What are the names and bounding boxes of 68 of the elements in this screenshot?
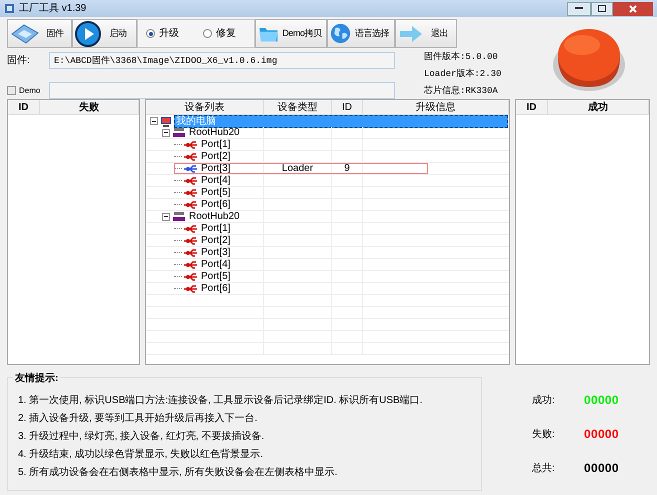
tip-text: 5. 所有成功设备会在右侧表格中显示, 所有失败设备会在左侧表格中显示.	[18, 467, 338, 479]
count-value: 00000	[584, 460, 619, 477]
count-label: 成功:	[532, 394, 556, 408]
tree-item[interactable]: Port[4]	[200, 175, 232, 186]
tree-item[interactable]: Port[4]	[200, 259, 232, 270]
info-text: 固件版本:5.0.00	[424, 51, 499, 63]
diamond-icon	[10, 22, 40, 44]
play-icon	[75, 20, 101, 46]
tip-text: 3. 升级过程中, 绿灯亮, 接入设备, 红灯亮, 不要拔插设备.	[18, 431, 266, 443]
tree-item[interactable]: Port[2]	[200, 151, 232, 162]
info-text: 芯片信息:RK330A	[424, 85, 499, 97]
window-title: 工厂工具 v1.39	[19, 2, 86, 16]
radio-option[interactable]: 升级	[146, 26, 179, 41]
tip-text: 2. 插入设备升级, 要等到工具开始升级后再接入下一台.	[18, 413, 258, 425]
tip-text: 4. 升级结束, 成功以绿色背景显示, 失败以红色背景显示.	[18, 449, 264, 461]
column-header[interactable]: 升级信息	[363, 100, 509, 114]
maximize-button[interactable]	[591, 2, 613, 16]
firmware-path-field[interactable]: E:\ABCD固件\3368\Image\ZIDOO_X6_v1.0.6.img	[49, 52, 395, 69]
tree-item[interactable]: Port[3]	[200, 163, 232, 174]
tree-item[interactable]: Port[1]	[200, 223, 232, 234]
column-header[interactable]: 设备类型	[264, 100, 332, 114]
count-value: 00000	[584, 426, 619, 443]
demo-checkbox[interactable]: Demo	[7, 84, 49, 96]
toolbar-button[interactable]: 语言选择	[327, 19, 395, 48]
collapse-toggle[interactable]	[150, 117, 158, 125]
tips-title: 友情提示:	[13, 371, 60, 386]
column-header[interactable]: ID	[332, 100, 363, 114]
tree-item[interactable]: Port[6]	[200, 199, 232, 210]
count-label: 总共:	[532, 462, 556, 476]
tree-item[interactable]: RootHub20	[188, 127, 241, 138]
toolbar-button[interactable]: 退出	[395, 19, 457, 48]
collapse-toggle[interactable]	[162, 212, 170, 220]
column-header[interactable]: ID	[516, 100, 548, 114]
tree-item[interactable]: Port[6]	[200, 283, 232, 294]
toolbar-button[interactable]: 启动	[72, 19, 137, 48]
app-icon	[4, 3, 15, 14]
tree-item[interactable]: Port[5]	[200, 271, 232, 282]
hub-icon	[172, 212, 186, 222]
toolbar-button[interactable]: Demo拷贝	[255, 19, 327, 48]
count-label: 失败:	[532, 428, 556, 442]
tree-item[interactable]: Port[3]	[200, 247, 232, 258]
column-header[interactable]: ID	[8, 100, 40, 114]
close-icon	[629, 4, 637, 12]
maximize-icon	[598, 5, 606, 12]
computer-icon	[160, 116, 172, 126]
arrow-icon	[398, 24, 424, 44]
column-header[interactable]: 成功	[548, 100, 649, 114]
tree-item[interactable]: Port[1]	[200, 139, 232, 150]
collapse-toggle[interactable]	[162, 128, 170, 136]
radio-option[interactable]: 修复	[203, 26, 236, 41]
globe-icon	[330, 23, 351, 44]
minimize-button[interactable]	[567, 2, 591, 16]
column-header[interactable]: 设备列表	[146, 100, 264, 114]
table-cell: 9	[344, 163, 350, 174]
demo-field[interactable]	[49, 82, 395, 99]
toolbar-button[interactable]: 固件	[7, 19, 72, 48]
firmware-label: 固件:	[7, 54, 31, 68]
tip-text: 1. 第一次使用, 标识USB端口方法:连接设备, 工具显示设备后记录绑定ID. 标识所有USB端口.	[18, 395, 424, 407]
column-header[interactable]: 失败	[40, 100, 139, 114]
count-value: 00000	[584, 392, 619, 409]
table-cell: Loader	[282, 163, 314, 174]
info-text: Loader版本:2.30	[424, 68, 502, 80]
minimize-icon	[575, 7, 583, 10]
close-button[interactable]	[613, 2, 653, 16]
tree-item[interactable]: Port[5]	[200, 187, 232, 198]
tree-item[interactable]: Port[2]	[200, 235, 232, 246]
hub-icon	[172, 128, 186, 138]
tree-item[interactable]: RootHub20	[188, 211, 241, 222]
